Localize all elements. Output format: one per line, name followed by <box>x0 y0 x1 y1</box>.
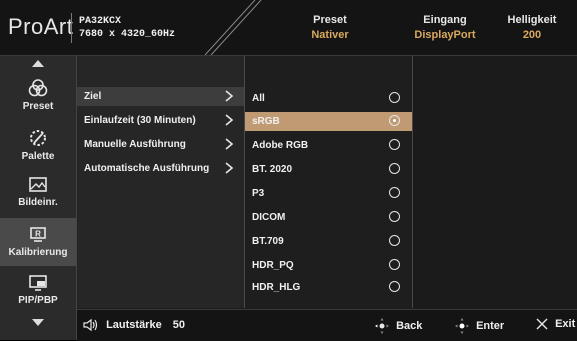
option-bt709[interactable]: BT.709 <box>245 232 412 251</box>
stat-label: Helligkeit <box>507 14 557 26</box>
nav-item-calibration[interactable]: R Kalibrierung <box>0 218 76 266</box>
model-info: PA32KCX 7680 x 4320_60Hz <box>79 15 175 41</box>
stat-value: Nativer <box>311 29 349 41</box>
header-stat-input: Eingang DisplayPort <box>405 13 485 43</box>
submenu-item-target[interactable]: Ziel <box>77 87 244 106</box>
nav-item-label: Kalibrierung <box>8 247 68 258</box>
radio-button[interactable] <box>389 211 400 222</box>
main-nav: Preset Palette Bildeinr. R Kalibrierung <box>0 56 77 340</box>
submenu-item-manual-run[interactable]: Manuelle Ausführung <box>77 135 244 154</box>
option-hdr-hlg[interactable]: HDR_HLG <box>245 278 412 297</box>
close-icon <box>536 318 548 330</box>
nav-item-palette[interactable]: Palette <box>0 128 76 170</box>
radio-button[interactable] <box>389 235 400 246</box>
header-stat-preset: Preset Nativer <box>300 13 360 43</box>
radio-button[interactable] <box>389 281 400 292</box>
model-name: PA32KCX <box>79 16 122 27</box>
option-dicom[interactable]: DICOM <box>245 208 412 227</box>
decorative-slashes <box>205 0 262 55</box>
volume-label: Lautstärke <box>106 318 162 331</box>
color-wheel-icon <box>30 130 46 146</box>
footer-bar: Lautstärke 50 Back Enter Exit <box>77 309 577 341</box>
enter-control[interactable]: Enter <box>455 318 504 334</box>
nav-scroll-down-icon[interactable] <box>32 319 44 326</box>
option-label: HDR_HLG <box>252 282 301 293</box>
stat-label: Preset <box>313 14 347 26</box>
volume-control[interactable]: Lautstärke 50 <box>83 318 185 332</box>
option-label: HDR_PQ <box>252 260 294 271</box>
nav-item-label: Preset <box>22 101 54 112</box>
option-bt2020[interactable]: BT. 2020 <box>245 160 412 179</box>
header-bar: ProArt PA32KCX 7680 x 4320_60Hz Preset N… <box>0 0 577 56</box>
option-label: BT.709 <box>252 236 284 247</box>
header-divider <box>71 13 72 43</box>
nav-item-image[interactable]: Bildeinr. <box>0 176 76 218</box>
radio-button[interactable] <box>389 187 400 198</box>
radio-button[interactable] <box>389 163 400 174</box>
option-label: DICOM <box>252 212 286 223</box>
nav-item-preset[interactable]: Preset <box>0 78 76 120</box>
chevron-right-icon <box>225 90 234 102</box>
option-p3[interactable]: P3 <box>245 184 412 203</box>
option-label: P3 <box>252 188 265 199</box>
nav-item-label: Bildeinr. <box>18 197 58 208</box>
submenu-item-warmup[interactable]: Einlaufzeit (30 Minuten) <box>77 111 244 130</box>
submenu-column: Ziel Einlaufzeit (30 Minuten) Manuelle A… <box>77 56 245 308</box>
option-label: BT. 2020 <box>252 164 293 175</box>
palette-icon <box>28 79 48 97</box>
chevron-right-icon <box>225 138 234 150</box>
detail-column <box>413 56 577 308</box>
nav-item-label: PIP/PBP <box>18 295 58 306</box>
submenu-item-label: Automatische Ausführung <box>84 163 210 174</box>
pip-icon <box>29 275 47 291</box>
stat-value: DisplayPort <box>414 29 476 41</box>
header-stat-brightness: Helligkeit 200 <box>497 13 567 43</box>
submenu-item-label: Einlaufzeit (30 Minuten) <box>84 115 196 126</box>
nav-scroll-up-icon[interactable] <box>32 60 44 67</box>
volume-value: 50 <box>172 318 186 331</box>
submenu-item-label: Manuelle Ausführung <box>84 139 186 150</box>
option-label: sRGB <box>252 116 280 127</box>
svg-text:R: R <box>35 230 41 239</box>
stat-label: Eingang <box>423 14 467 26</box>
osd-window: ProArt PA32KCX 7680 x 4320_60Hz Preset N… <box>0 0 577 341</box>
enter-label: Enter <box>476 319 505 332</box>
options-column: All sRGB Adobe RGB BT. 2020 P3 DICOM BT.… <box>245 56 413 308</box>
nav-item-label: Palette <box>21 151 55 162</box>
option-hdr-pq[interactable]: HDR_PQ <box>245 256 412 275</box>
submenu-item-auto-run[interactable]: Automatische Ausführung <box>77 159 244 178</box>
option-adobe-rgb[interactable]: Adobe RGB <box>245 136 412 155</box>
proart-logo: ProArt <box>8 14 74 39</box>
resolution-text: 7680 x 4320_60Hz <box>79 29 176 40</box>
radio-button[interactable] <box>389 92 400 103</box>
option-all[interactable]: All <box>245 89 412 108</box>
exit-control[interactable]: Exit <box>536 318 575 330</box>
back-label: Back <box>396 319 423 332</box>
radio-button[interactable] <box>389 259 400 270</box>
back-control[interactable]: Back <box>375 318 422 334</box>
exit-label: Exit <box>555 318 576 330</box>
chevron-right-icon <box>225 114 234 126</box>
radio-button-selected[interactable] <box>389 115 400 126</box>
stat-value: 200 <box>522 29 542 41</box>
nav-item-pip[interactable]: PIP/PBP <box>0 274 76 316</box>
calibration-icon: R <box>30 227 46 242</box>
chevron-right-icon <box>225 162 234 174</box>
image-icon <box>29 177 47 192</box>
joystick-press-icon <box>455 318 469 334</box>
option-label: Adobe RGB <box>252 140 309 151</box>
speaker-icon <box>83 318 98 332</box>
option-srgb[interactable]: sRGB <box>245 112 412 131</box>
option-label: All <box>252 93 265 104</box>
submenu-item-label: Ziel <box>84 91 102 102</box>
radio-button[interactable] <box>389 139 400 150</box>
joystick-left-icon <box>375 318 389 334</box>
